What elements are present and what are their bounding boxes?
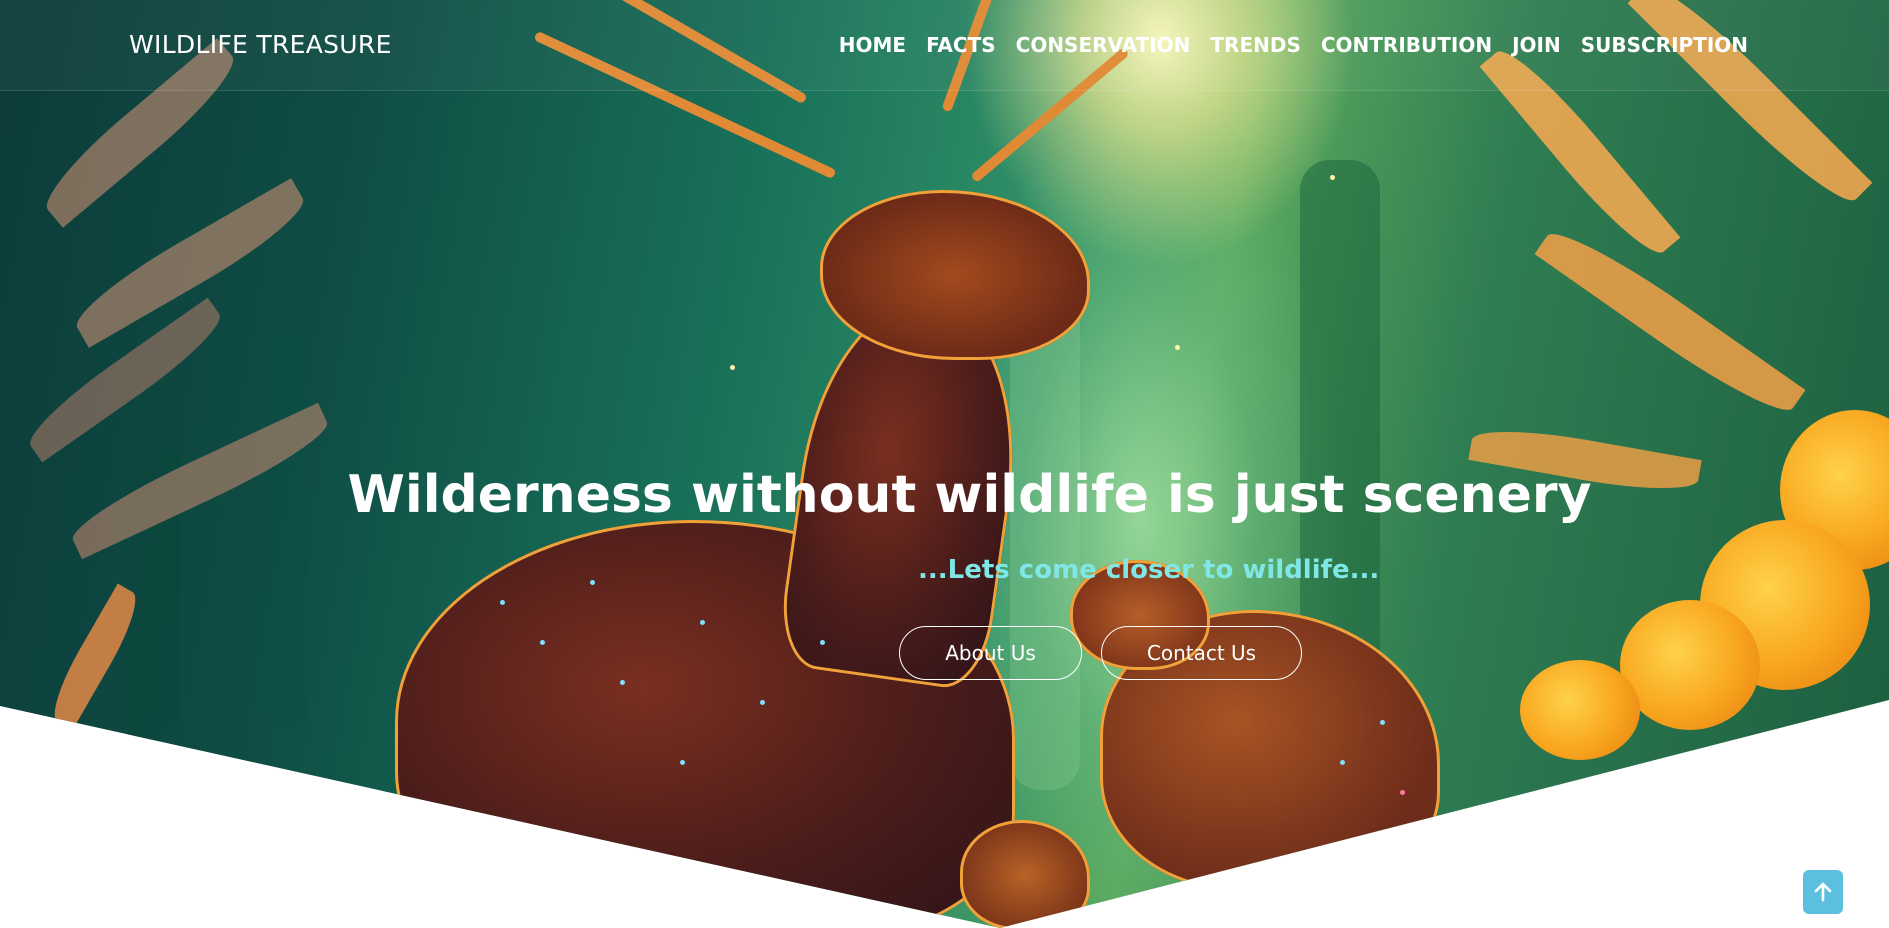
back-to-top-button[interactable] bbox=[1803, 870, 1843, 914]
nav-menu: HOME FACTS CONSERVATION TRENDS CONTRIBUT… bbox=[839, 33, 1748, 57]
hero-title: Wilderness without wildlife is just scen… bbox=[347, 465, 1592, 525]
nav-item-home[interactable]: HOME bbox=[839, 33, 906, 57]
nav-item-conservation[interactable]: CONSERVATION bbox=[1016, 33, 1191, 57]
about-us-button[interactable]: About Us bbox=[899, 626, 1082, 680]
page: WILDLIFE TREASURE HOME FACTS CONSERVATIO… bbox=[0, 0, 1889, 928]
nav-item-trends[interactable]: TRENDS bbox=[1210, 33, 1300, 57]
nav-item-facts[interactable]: FACTS bbox=[926, 33, 996, 57]
brand-logo-text[interactable]: WILDLIFE TREASURE bbox=[129, 30, 392, 59]
nav-item-subscription[interactable]: SUBSCRIPTION bbox=[1581, 33, 1748, 57]
arrow-up-icon bbox=[1814, 882, 1832, 902]
nav-item-contribution[interactable]: CONTRIBUTION bbox=[1321, 33, 1492, 57]
nav-item-join[interactable]: JOIN bbox=[1512, 33, 1561, 57]
hero-subtitle: ...Lets come closer to wildlife... bbox=[918, 555, 1380, 585]
contact-us-button[interactable]: Contact Us bbox=[1101, 626, 1302, 680]
hero-background-image bbox=[0, 0, 1889, 928]
navbar: WILDLIFE TREASURE HOME FACTS CONSERVATIO… bbox=[0, 0, 1889, 91]
